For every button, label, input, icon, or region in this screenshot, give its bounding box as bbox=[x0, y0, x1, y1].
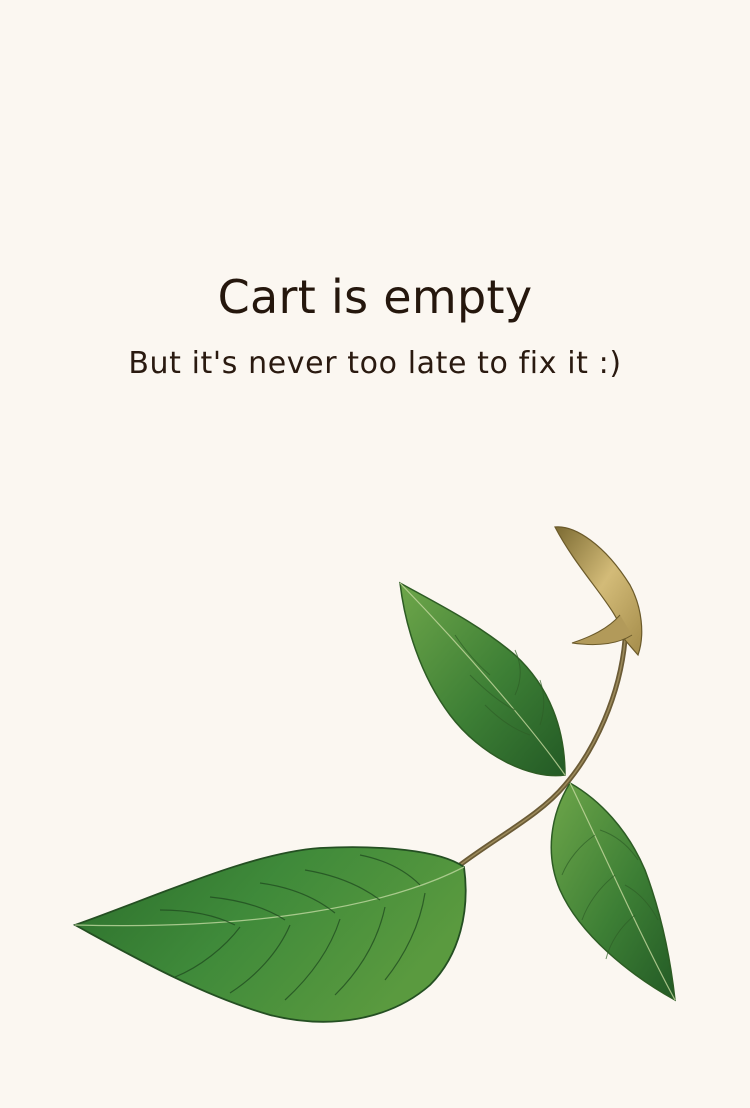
mint-leaf-sprig-icon bbox=[72, 526, 676, 1023]
empty-cart-screen: Cart is empty But it's never too late to… bbox=[0, 0, 750, 1108]
empty-cart-title: Cart is empty bbox=[217, 270, 533, 324]
empty-cart-subtitle: But it's never too late to fix it :) bbox=[128, 346, 622, 381]
